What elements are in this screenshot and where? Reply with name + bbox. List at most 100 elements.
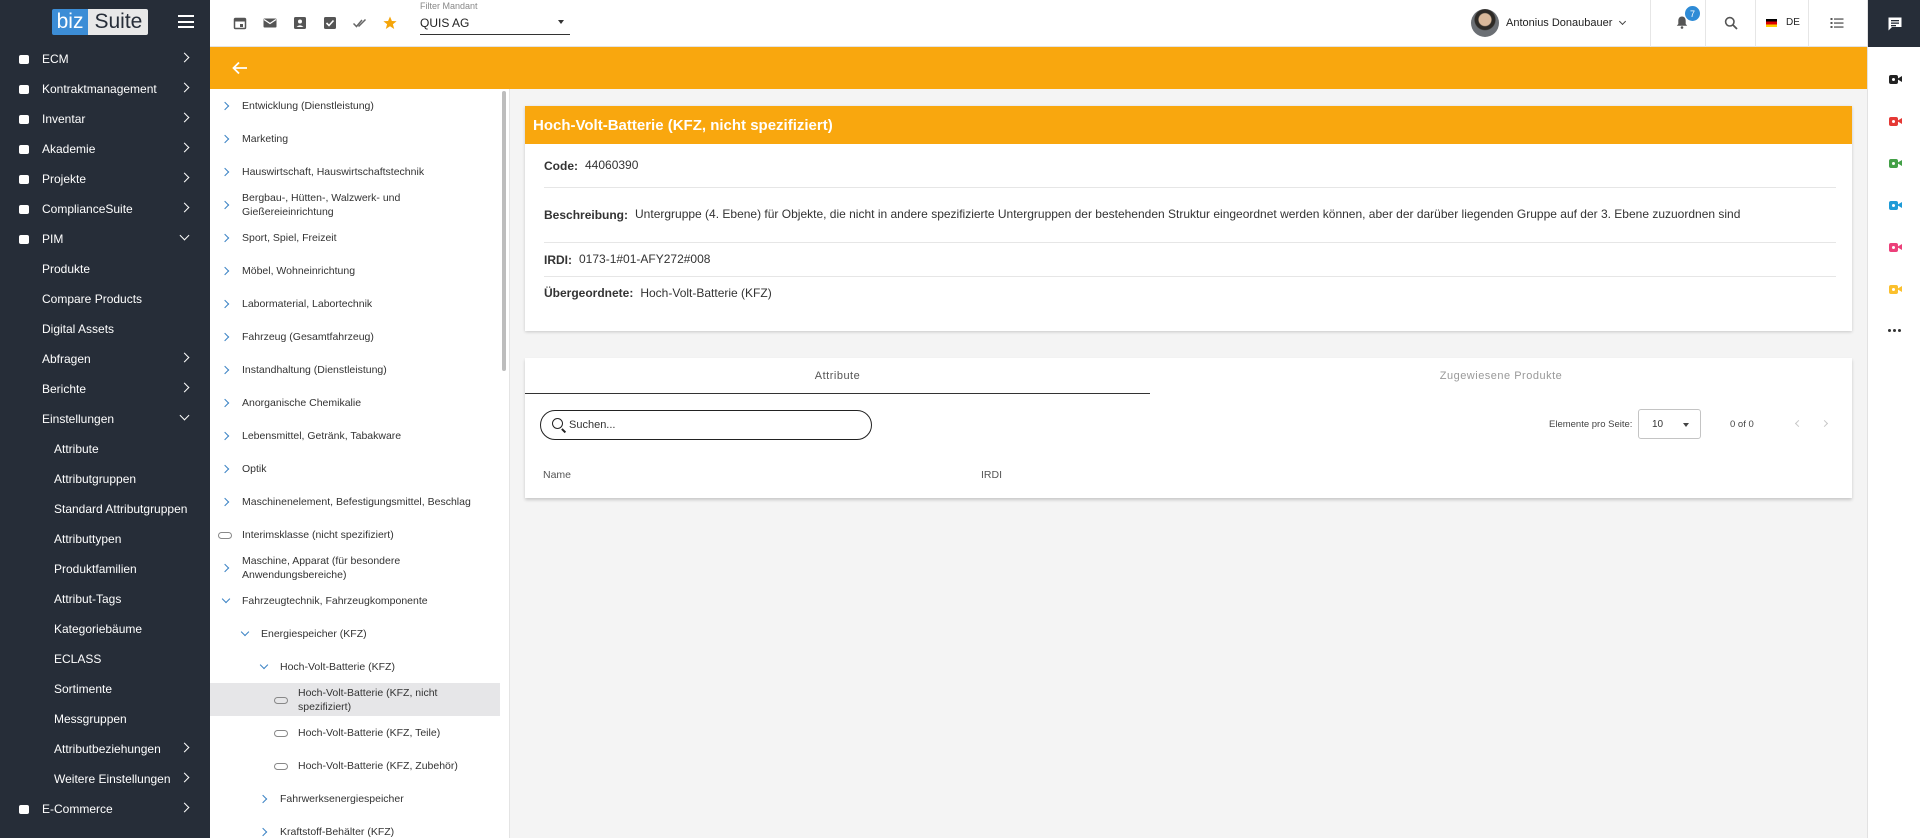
- contact-icon[interactable]: [293, 16, 307, 30]
- tree-item[interactable]: Interimsklasse (nicht spezifiziert): [210, 518, 500, 551]
- chevron-right-icon[interactable]: [220, 165, 234, 179]
- tree-item[interactable]: Entwicklung (Dienstleistung): [210, 89, 500, 122]
- tree-item[interactable]: Hauswirtschaft, Hauswirtschaftstechnik: [210, 155, 500, 188]
- more-horizontal-icon[interactable]: [1888, 329, 1901, 332]
- back-arrow-icon[interactable]: [232, 61, 248, 75]
- sidebar-item-produkte[interactable]: Produkte: [0, 254, 210, 284]
- tab-attribute[interactable]: Attribute: [525, 358, 1150, 394]
- tree-item[interactable]: Fahrzeug (Gesamtfahrzeug): [210, 320, 500, 353]
- sidebar-item-attribut-tags[interactable]: Attribut-Tags: [0, 584, 210, 614]
- tree-item[interactable]: Sport, Spiel, Freizeit: [210, 221, 500, 254]
- chevron-right-icon[interactable]: [220, 462, 234, 476]
- tree-item-expanded[interactable]: Energiespeicher (KFZ): [210, 617, 500, 650]
- sidebar-item-compliancesuite[interactable]: ComplianceSuite: [0, 194, 210, 224]
- previous-page-icon[interactable]: [1794, 419, 1803, 428]
- tree-item[interactable]: Bergbau-, Hütten-, Walzwerk- und Gießere…: [210, 188, 500, 221]
- sidebar-item-attribute[interactable]: Attribute: [0, 434, 210, 464]
- tree-item[interactable]: Labormaterial, Labortechnik: [210, 287, 500, 320]
- sidebar-item-attributgruppen[interactable]: Attributgruppen: [0, 464, 210, 494]
- list-icon[interactable]: [1830, 16, 1844, 30]
- chevron-right-icon[interactable]: [220, 495, 234, 509]
- sidebar-item-digital-assets[interactable]: Digital Assets: [0, 314, 210, 344]
- chevron-right-icon[interactable]: [258, 825, 272, 838]
- sidebar-item-eclass[interactable]: ECLASS: [0, 644, 210, 674]
- mail-icon[interactable]: [263, 16, 277, 30]
- chevron-right-icon[interactable]: [220, 198, 234, 212]
- chevron-down-icon[interactable]: [220, 594, 234, 608]
- tree-item[interactable]: Lebensmittel, Getränk, Tabakware: [210, 419, 500, 452]
- chevron-right-icon[interactable]: [220, 231, 234, 245]
- calendar-icon[interactable]: [233, 16, 247, 30]
- sidebar-item-weitere-einstellungen[interactable]: Weitere Einstellungen: [0, 764, 210, 794]
- sidebar-item-attributtypen[interactable]: Attributtypen: [0, 524, 210, 554]
- tree-item[interactable]: Hoch-Volt-Batterie (KFZ, Zubehör): [210, 749, 500, 782]
- chevron-right-icon[interactable]: [220, 561, 234, 575]
- chevron-right-icon[interactable]: [220, 363, 234, 377]
- chevron-right-icon[interactable]: [220, 99, 234, 113]
- sidebar-item-pim[interactable]: PIM: [0, 224, 210, 254]
- tree-scrollbar[interactable]: [502, 91, 506, 371]
- video-call-icon[interactable]: [1889, 285, 1902, 294]
- search-icon[interactable]: [1724, 16, 1738, 30]
- video-call-icon[interactable]: [1889, 243, 1902, 252]
- chevron-right-icon[interactable]: [220, 297, 234, 311]
- tree-item[interactable]: Hoch-Volt-Batterie (KFZ, Teile): [210, 716, 500, 749]
- sidebar-item-e-commerce[interactable]: E-Commerce: [0, 794, 210, 824]
- sidebar-item-akademie[interactable]: Akademie: [0, 134, 210, 164]
- tree-item[interactable]: Möbel, Wohneinrichtung: [210, 254, 500, 287]
- menu-toggle-icon[interactable]: [178, 15, 194, 28]
- chevron-right-icon[interactable]: [220, 396, 234, 410]
- tree-item[interactable]: Fahrwerksenergiespeicher: [210, 782, 500, 815]
- star-icon[interactable]: [383, 16, 397, 30]
- chevron-down-icon[interactable]: [239, 627, 253, 641]
- sidebar-item-attributbeziehungen[interactable]: Attributbeziehungen: [0, 734, 210, 764]
- tree-item-expanded[interactable]: Hoch-Volt-Batterie (KFZ): [210, 650, 500, 683]
- tab-assigned-products[interactable]: Zugewiesene Produkte: [1150, 358, 1852, 394]
- sidebar-item-inventar[interactable]: Inventar: [0, 104, 210, 134]
- sidebar-item-berichte[interactable]: Berichte: [0, 374, 210, 404]
- sidebar-item-abfragen[interactable]: Abfragen: [0, 344, 210, 374]
- chat-icon[interactable]: [1868, 0, 1920, 47]
- checkbox-icon[interactable]: [323, 16, 337, 30]
- sidebar-item-sortimente[interactable]: Sortimente: [0, 674, 210, 704]
- video-call-icon[interactable]: [1889, 117, 1902, 126]
- parent-value[interactable]: Hoch-Volt-Batterie (KFZ): [640, 286, 771, 301]
- tree-item[interactable]: Anorganische Chemikalie: [210, 386, 500, 419]
- sidebar-item-kontraktmanagement[interactable]: Kontraktmanagement: [0, 74, 210, 104]
- sidebar-item-kategoriebaeume[interactable]: Kategoriebäume: [0, 614, 210, 644]
- tree-item[interactable]: Maschine, Apparat (für besondere Anwendu…: [210, 551, 500, 584]
- sidebar-item-messgruppen[interactable]: Messgruppen: [0, 704, 210, 734]
- chevron-down-icon[interactable]: [258, 660, 272, 674]
- sidebar-item-produktfamilien[interactable]: Produktfamilien: [0, 554, 210, 584]
- tree-item-selected[interactable]: Hoch-Volt-Batterie (KFZ, nicht spezifizi…: [210, 683, 500, 716]
- chevron-right-icon[interactable]: [220, 429, 234, 443]
- double-check-icon[interactable]: [353, 16, 367, 30]
- tree-item-label: Kraftstoff-Behälter (KFZ): [280, 825, 395, 838]
- language-select[interactable]: DE: [1766, 17, 1800, 28]
- video-call-icon[interactable]: [1889, 159, 1902, 168]
- sidebar-item-projekte[interactable]: Projekte: [0, 164, 210, 194]
- column-header-irdi[interactable]: IRDI: [981, 469, 1002, 481]
- user-menu[interactable]: Antonius Donaubauer: [1471, 9, 1627, 37]
- tree-item[interactable]: Kraftstoff-Behälter (KFZ): [210, 815, 500, 838]
- tree-item[interactable]: Instandhaltung (Dienstleistung): [210, 353, 500, 386]
- tree-item[interactable]: Marketing: [210, 122, 500, 155]
- tree-item[interactable]: Optik: [210, 452, 500, 485]
- chevron-right-icon[interactable]: [220, 264, 234, 278]
- tree-item[interactable]: Maschinenelement, Befestigungsmittel, Be…: [210, 485, 500, 518]
- items-per-page-select[interactable]: 10: [1638, 409, 1701, 439]
- sidebar-item-standard-attributgruppen[interactable]: Standard Attributgruppen: [0, 494, 210, 524]
- sidebar-item-ecm[interactable]: ECM: [0, 44, 210, 74]
- sidebar-item-compare-products[interactable]: Compare Products: [0, 284, 210, 314]
- chevron-right-icon[interactable]: [220, 132, 234, 146]
- app-logo[interactable]: biz Suite: [51, 9, 149, 35]
- next-page-icon[interactable]: [1820, 419, 1829, 428]
- video-call-icon[interactable]: [1889, 75, 1902, 84]
- search-input[interactable]: Suchen...: [540, 410, 872, 440]
- chevron-right-icon[interactable]: [258, 792, 272, 806]
- column-header-name[interactable]: Name: [543, 469, 571, 481]
- chevron-right-icon[interactable]: [220, 330, 234, 344]
- sidebar-item-einstellungen[interactable]: Einstellungen: [0, 404, 210, 434]
- tree-item-expanded[interactable]: Fahrzeugtechnik, Fahrzeugkomponente: [210, 584, 500, 617]
- video-call-icon[interactable]: [1889, 201, 1902, 210]
